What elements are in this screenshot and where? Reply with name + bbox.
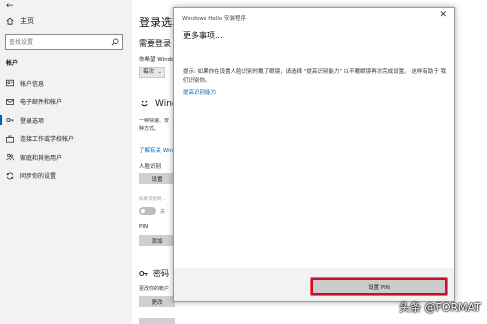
hello-description: 一种快速、安 种方式。 xyxy=(139,118,173,133)
require-sign-in-text: 你希望 Windo xyxy=(139,57,175,63)
sidebar-item-label: 登录选项 xyxy=(20,117,45,125)
sidebar-item-sign-in-options[interactable]: 登录选项 xyxy=(0,111,132,130)
face-recognition-label: 人脸识别 xyxy=(139,164,162,170)
sidebar-item-label: 同步你的设置 xyxy=(20,173,57,181)
sidebar-item-account-info[interactable]: 帐户信息 xyxy=(0,74,132,93)
settings-sidebar: ← 主页 帐户 帐户信息 电子邮件和帐户 xyxy=(0,0,132,324)
back-arrow-icon[interactable]: ← xyxy=(6,1,14,11)
password-title: 密码 xyxy=(153,269,169,278)
mail-icon xyxy=(6,98,14,105)
dialog-title: Windows Hello 安装程序 xyxy=(182,16,246,22)
sidebar-item-label: 电子邮件和帐户 xyxy=(20,99,63,107)
toggle-knob xyxy=(141,209,145,213)
hello-desc-line: 种方式。 xyxy=(139,125,160,132)
sidebar-item-home[interactable]: 主页 xyxy=(6,16,34,26)
settings-search-box[interactable] xyxy=(5,34,123,50)
people-icon xyxy=(6,154,14,161)
cutoff-button[interactable] xyxy=(139,318,175,324)
add-pin-button[interactable]: 添加 xyxy=(139,235,175,246)
toggle-state-text: 关 xyxy=(160,209,166,215)
hello-desc-line: 一种快速、安 xyxy=(139,118,170,124)
change-password-button[interactable]: 更改 xyxy=(139,296,175,307)
sidebar-item-label: 家庭和其他用户 xyxy=(20,154,63,162)
key-icon xyxy=(139,271,148,276)
search-icon xyxy=(111,38,119,46)
auto-dismiss-text: 如果识别到... xyxy=(139,197,166,202)
password-heading: 密码 xyxy=(139,268,169,279)
require-sign-in-dropdown[interactable]: 每次 ⌄ xyxy=(139,67,165,78)
dialog-tip-text: 提示: 如果你在设置人脸识别时戴了眼镜，请选择 "提高识别能力" 以不戴眼镜再次… xyxy=(183,69,447,84)
password-description: 更改你的帐户 xyxy=(139,286,170,292)
setup-face-button[interactable]: 设置 xyxy=(139,173,175,184)
sidebar-item-sync-settings[interactable]: 同步你的设置 xyxy=(0,167,132,186)
windows-hello-setup-dialog: Windows Hello 安装程序 ✕ 更多事项... 提示: 如果你在设置人… xyxy=(173,7,455,302)
dialog-heading: 更多事项... xyxy=(183,31,223,40)
sync-icon xyxy=(6,172,14,180)
smiley-icon xyxy=(141,100,148,107)
set-pin-button[interactable]: 设置 PIN xyxy=(311,278,447,295)
person-card-icon xyxy=(6,80,14,87)
improve-recognition-link[interactable]: 提高识别能力 xyxy=(183,88,216,96)
sidebar-item-email-accounts[interactable]: 电子邮件和帐户 xyxy=(0,93,132,112)
briefcase-icon xyxy=(6,135,14,143)
dialog-footer: 设置 PIN xyxy=(174,268,454,301)
pin-label: PIN xyxy=(139,224,149,230)
accounts-section-label: 帐户 xyxy=(6,60,19,67)
sidebar-item-work-school[interactable]: 连接工作或学校帐户 xyxy=(0,130,132,149)
home-icon xyxy=(6,17,14,25)
close-icon[interactable]: ✕ xyxy=(439,10,447,20)
dropdown-value: 每次 xyxy=(143,69,155,75)
key-icon xyxy=(6,118,14,123)
search-input[interactable] xyxy=(9,36,109,48)
auto-dismiss-toggle[interactable] xyxy=(139,207,156,215)
watermark-text: 头条 @FORMAT xyxy=(399,301,482,314)
require-sign-in-heading: 需要登录 xyxy=(139,39,171,48)
chevron-down-icon: ⌄ xyxy=(157,69,162,75)
sidebar-item-label: 连接工作或学校帐户 xyxy=(20,136,75,144)
sidebar-home-label: 主页 xyxy=(20,17,34,25)
sidebar-item-family-users[interactable]: 家庭和其他用户 xyxy=(0,148,132,167)
sidebar-nav: 帐户信息 电子邮件和帐户 登录选项 连接工作或学校帐户 家庭和其他用户 同步你的… xyxy=(0,74,132,185)
learn-more-link[interactable]: 了解有关 Windo xyxy=(139,146,173,154)
sidebar-item-label: 帐户信息 xyxy=(20,80,45,88)
